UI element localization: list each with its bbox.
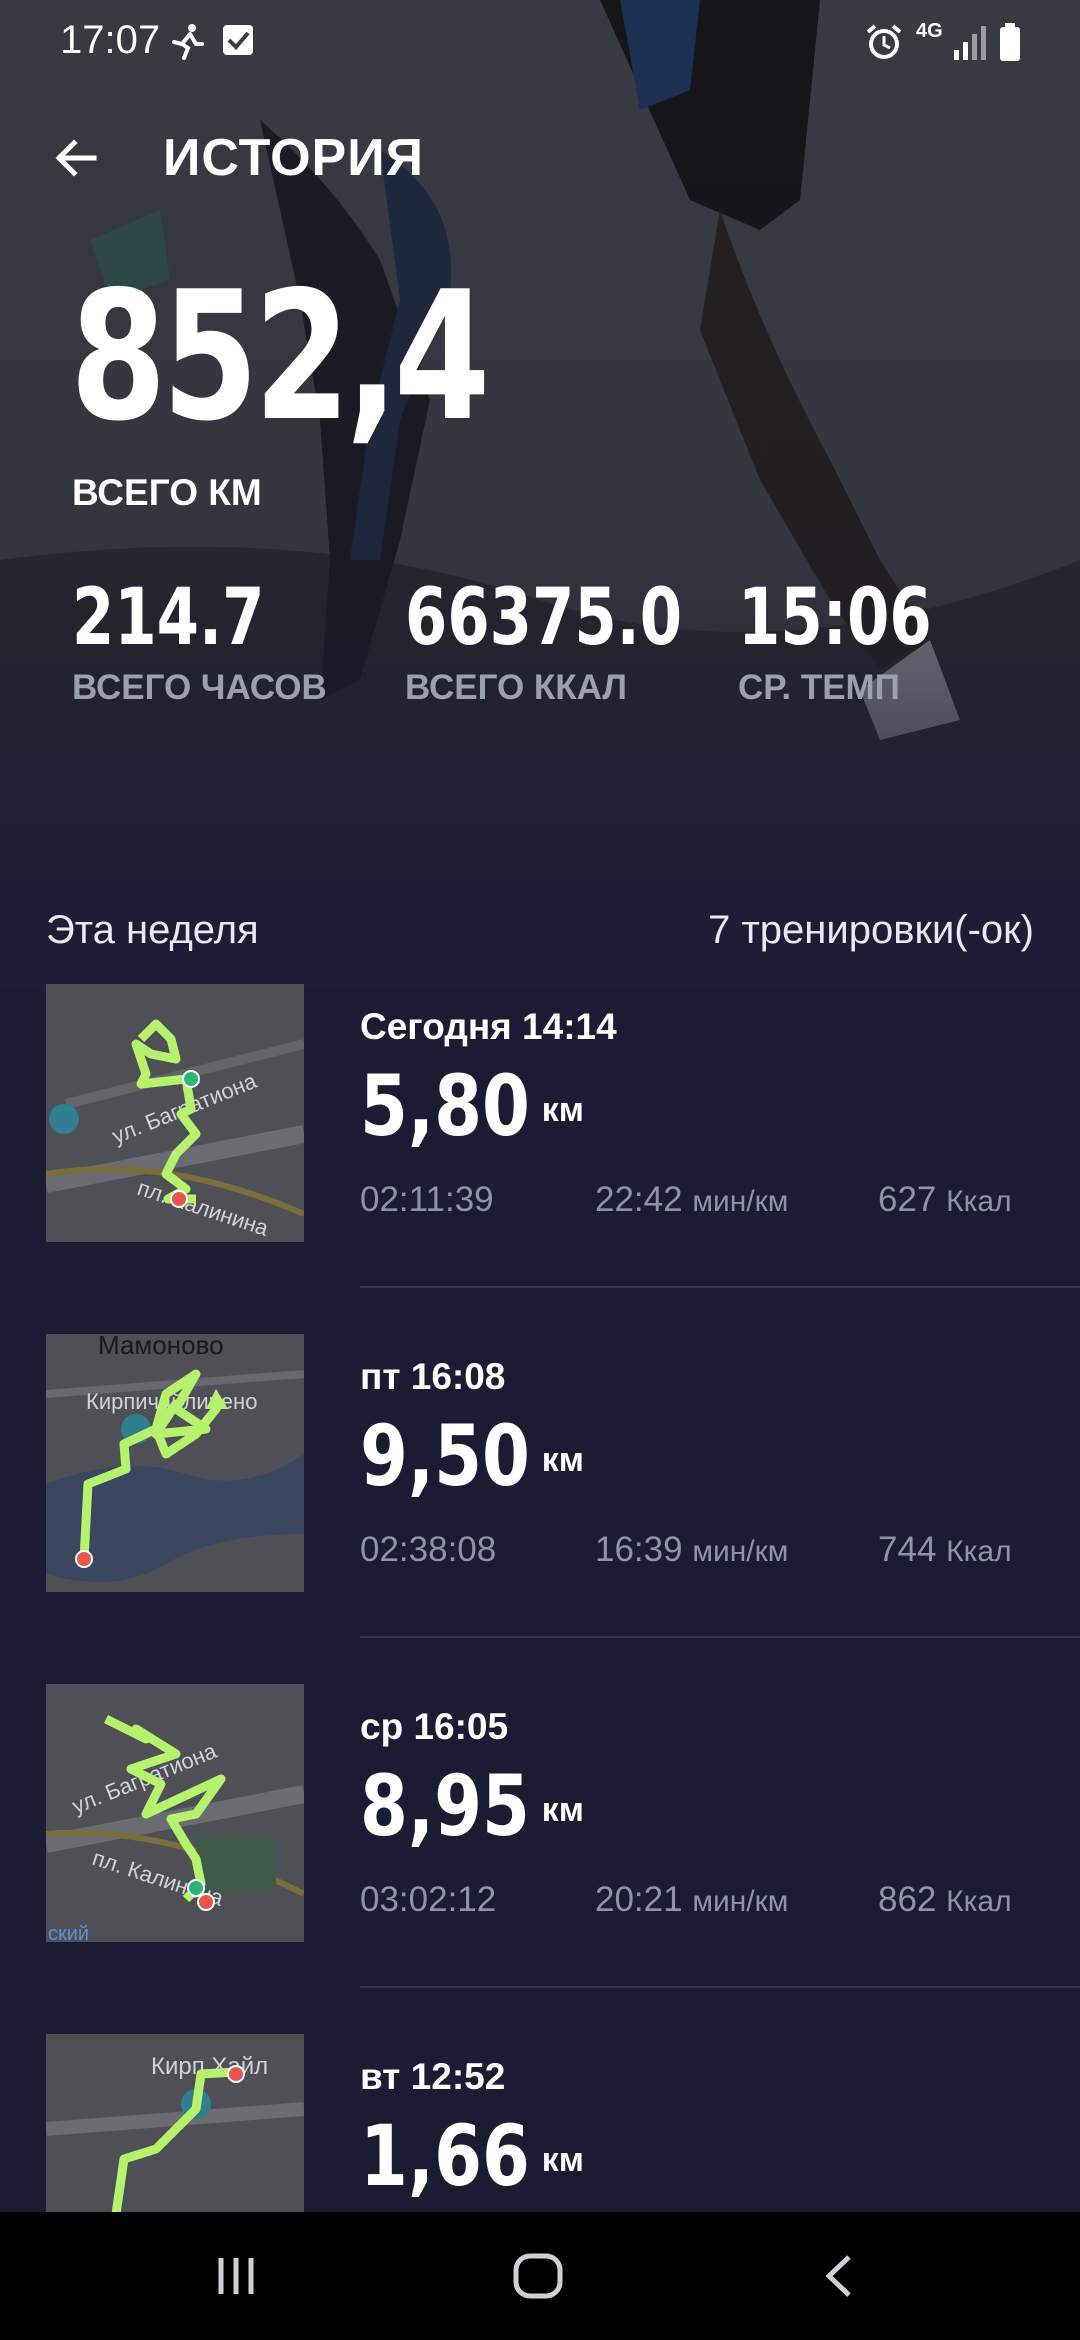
pace-unit: мин/км	[692, 1535, 789, 1568]
workout-kcal: 862 Ккал	[878, 1880, 1012, 1920]
signal-icon	[954, 26, 986, 60]
alarm-icon	[866, 24, 902, 59]
status-bar: 17:07 4G	[0, 0, 1080, 84]
distance-value: 1,66	[360, 2107, 530, 2205]
stat-value: 214.7	[72, 573, 265, 663]
recent-apps-button[interactable]	[176, 2236, 296, 2316]
workout-duration: 03:02:12	[360, 1880, 497, 1919]
workout-item[interactable]: Мамоново Кирпичайлинено пт 16:08 9,50 км…	[0, 1334, 1080, 1684]
route-map: ул. Багратиона пл. Калинина ский	[46, 1684, 304, 1942]
distance-value: 9,50	[360, 1407, 530, 1505]
workout-distance: 5,80 км	[360, 1056, 584, 1156]
kcal-unit: Ккал	[946, 1185, 1012, 1218]
map-label: ский	[48, 1923, 89, 1942]
kcal-value: 627	[878, 1180, 937, 1219]
workout-duration: 02:38:08	[360, 1530, 497, 1569]
network-type-label: 4G	[916, 20, 943, 42]
arrow-back-icon	[55, 139, 97, 177]
week-section-header: Эта неделя 7 тренировки(-ок)	[0, 880, 1080, 990]
running-activity-icon	[172, 24, 204, 60]
map-label: Мамоново	[98, 1334, 224, 1360]
route-map-thumbnail: Кирп Хайл	[46, 2034, 304, 2212]
pace-unit: мин/км	[692, 1185, 789, 1218]
workout-distance: 8,95 км	[360, 1756, 584, 1856]
route-map-thumbnail: ул. Багратиона пл. Калинина ский	[46, 1684, 304, 1942]
stat-label: СР. ТЕМП	[738, 668, 900, 707]
workout-pace: 22:42 мин/км	[595, 1180, 788, 1220]
stat-total-kcal: 66375.0 ВСЕГО ККАЛ	[405, 578, 760, 708]
checkbox-notification-icon	[223, 25, 253, 55]
divider	[360, 1636, 1080, 1638]
distance-value: 5,80	[360, 1057, 530, 1155]
pace-value: 20:21	[595, 1880, 683, 1919]
system-navigation-bar	[0, 2212, 1080, 2340]
kcal-unit: Ккал	[946, 1885, 1012, 1918]
distance-unit: км	[541, 2141, 584, 2179]
kcal-value: 862	[878, 1880, 937, 1919]
battery-icon	[1000, 23, 1020, 61]
page-title: ИСТОРИЯ	[163, 129, 424, 187]
workout-distance: 9,50 км	[360, 1406, 584, 1506]
total-distance-label: ВСЕГО КМ	[72, 472, 262, 513]
home-icon	[513, 2253, 563, 2299]
route-map-thumbnail: ул. Багратиона пл. Калинина	[46, 984, 304, 1242]
pace-value: 22:42	[595, 1180, 683, 1219]
pace-value: 16:39	[595, 1530, 683, 1569]
workout-pace: 16:39 мин/км	[595, 1530, 788, 1570]
distance-unit: км	[541, 1091, 584, 1129]
workout-date: пт 16:08	[360, 1356, 506, 1397]
workout-date: Сегодня 14:14	[360, 1006, 617, 1047]
workout-date: вт 12:52	[360, 2056, 506, 2097]
route-map: Кирп Хайл	[46, 2034, 304, 2212]
workout-pace: 20:21 мин/км	[595, 1880, 788, 1920]
workout-item[interactable]: ул. Багратиона пл. Калинина ский ср 16:0…	[0, 1684, 1080, 2034]
workout-item[interactable]: ул. Багратиона пл. Калинина Сегодня 14:1…	[0, 984, 1080, 1334]
stat-value: 15:06	[738, 573, 932, 663]
workout-item[interactable]: Кирп Хайл вт 12:52 1,66 км	[0, 2034, 1080, 2212]
route-map: ул. Багратиона пл. Калинина	[46, 984, 304, 1242]
week-title: Эта неделя	[46, 908, 259, 952]
workout-count: 7 тренировки(-ок)	[708, 908, 1034, 952]
stat-value: 66375.0	[405, 573, 683, 663]
distance-value: 8,95	[360, 1757, 530, 1855]
home-button[interactable]	[478, 2236, 598, 2316]
workout-kcal: 627 Ккал	[878, 1180, 1012, 1220]
divider	[360, 1286, 1080, 1288]
stat-label: ВСЕГО ЧАСОВ	[72, 668, 327, 707]
back-nav-button[interactable]	[780, 2236, 900, 2316]
stat-label: ВСЕГО ККАЛ	[405, 668, 627, 707]
stat-avg-pace: 15:06 СР. ТЕМП	[738, 578, 986, 708]
chevron-left-icon	[825, 2255, 851, 2297]
divider	[360, 1986, 1080, 1988]
hero-header: 17:07 4G ИСТОРИЯ 852,4 ВСЕГО КМ 214.7 ВС…	[0, 0, 1080, 880]
workout-duration: 02:11:39	[360, 1180, 494, 1219]
workout-date: ср 16:05	[360, 1706, 509, 1747]
recent-apps-icon	[218, 2258, 254, 2294]
kcal-unit: Ккал	[946, 1535, 1012, 1568]
workout-kcal: 744 Ккал	[878, 1530, 1012, 1570]
pace-unit: мин/км	[692, 1885, 789, 1918]
total-distance-value: 852,4	[70, 253, 490, 460]
route-map: Мамоново Кирпичайлинено	[46, 1334, 304, 1592]
kcal-value: 744	[878, 1530, 937, 1569]
back-button[interactable]	[40, 122, 112, 194]
route-map-thumbnail: Мамоново Кирпичайлинено	[46, 1334, 304, 1592]
distance-unit: км	[541, 1441, 584, 1479]
status-time: 17:07	[60, 18, 161, 62]
stat-total-hours: 214.7 ВСЕГО ЧАСОВ	[72, 578, 327, 708]
workout-distance: 1,66 км	[360, 2106, 584, 2206]
distance-unit: км	[541, 1791, 584, 1829]
